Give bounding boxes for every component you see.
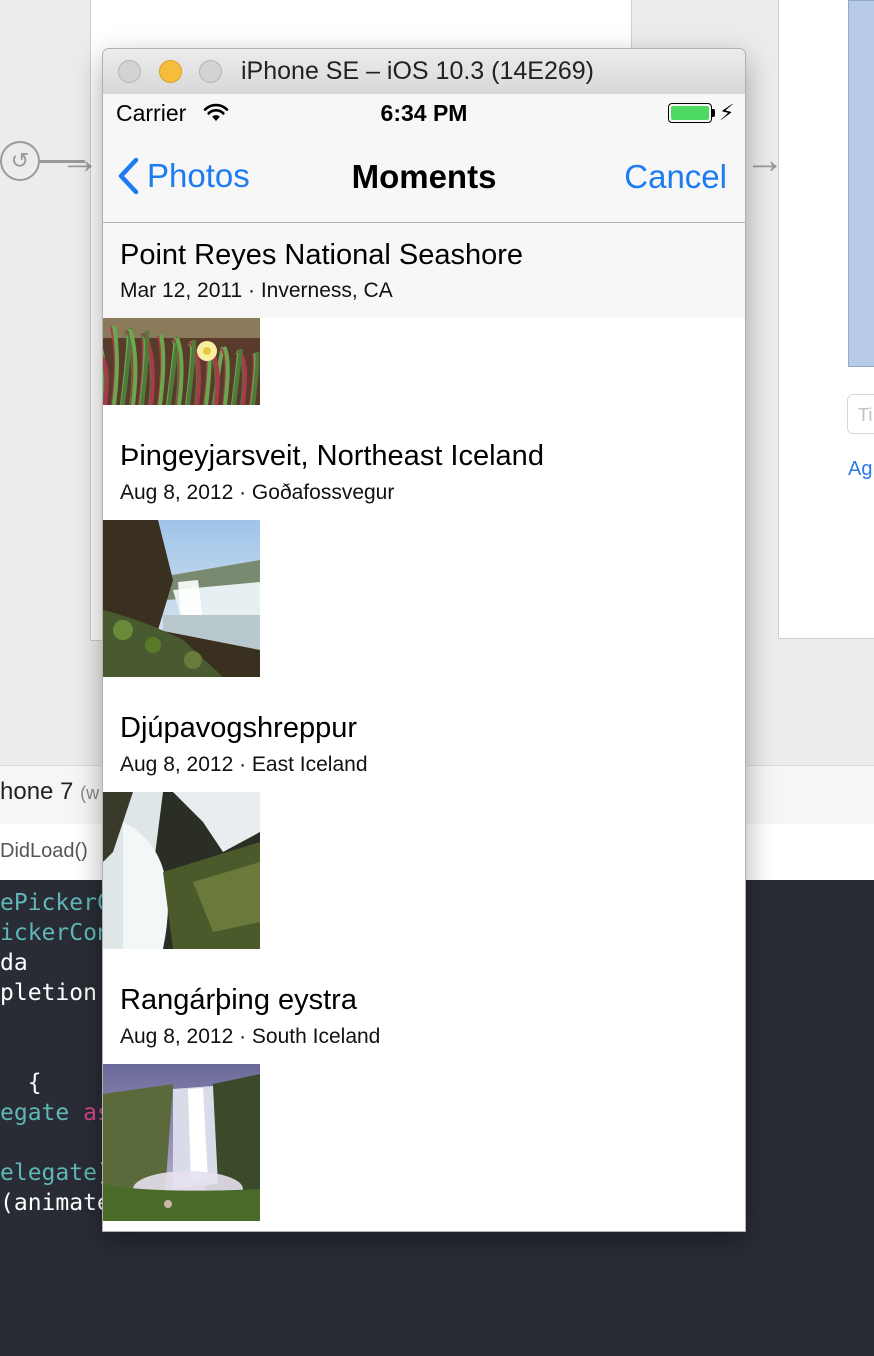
moment-section: Rangárþing eystra Aug 8, 2012 · South Ice… bbox=[103, 966, 745, 1221]
photo-thumbnail[interactable] bbox=[103, 1064, 260, 1221]
cancel-button[interactable]: Cancel bbox=[624, 158, 727, 196]
moment-header: Point Reyes National Seashore Mar 12, 201… bbox=[103, 223, 745, 318]
zoom-window-button[interactable] bbox=[199, 60, 222, 83]
device-config-label[interactable]: hone 7 (w bbox=[0, 778, 99, 806]
moment-section: Þingeyjarsveit, Northeast Iceland Aug 8, … bbox=[103, 422, 745, 694]
moment-section: Djúpavogshreppur Aug 8, 2012 · East Icela… bbox=[103, 694, 745, 966]
storyboard-text-field[interactable]: Ti bbox=[847, 394, 874, 434]
moment-section: Point Reyes National Seashore Mar 12, 201… bbox=[103, 223, 745, 422]
moment-subtitle: Aug 8, 2012 · Goðafossvegur bbox=[120, 481, 395, 504]
simulator-titlebar[interactable]: iPhone SE – iOS 10.3 (14E269) bbox=[103, 49, 745, 95]
jump-bar-method[interactable]: DidLoad() bbox=[0, 840, 88, 863]
segue-icon[interactable]: ↺ bbox=[0, 141, 40, 181]
moment-header: Djúpavogshreppur Aug 8, 2012 · East Icela… bbox=[103, 694, 745, 792]
moment-subtitle: Mar 12, 2011 · Inverness, CA bbox=[120, 279, 393, 302]
device-screen: Carrier 6:34 PM ⚡︎ Photos Moments Cancel… bbox=[103, 94, 745, 1231]
moment-subtitle: Aug 8, 2012 · East Iceland bbox=[120, 753, 368, 776]
photo-thumbnail[interactable] bbox=[103, 792, 260, 949]
moment-title: Þingeyjarsveit, Northeast Iceland bbox=[120, 440, 544, 472]
photo-thumbnail[interactable] bbox=[103, 318, 260, 405]
simulator-title: iPhone SE – iOS 10.3 (14E269) bbox=[241, 57, 595, 85]
storyboard-image-view[interactable] bbox=[848, 0, 874, 367]
moment-title: Djúpavogshreppur bbox=[120, 712, 357, 744]
close-window-button[interactable] bbox=[118, 60, 141, 83]
clock: 6:34 PM bbox=[380, 100, 468, 126]
storyboard-text-field-placeholder: Ti bbox=[858, 405, 873, 425]
moment-title: Point Reyes National Seashore bbox=[120, 239, 524, 271]
storyboard-link[interactable]: Ag bbox=[848, 458, 872, 481]
charging-bolt-icon: ⚡︎ bbox=[719, 100, 735, 125]
moment-subtitle: Aug 8, 2012 · South Iceland bbox=[120, 1025, 381, 1048]
battery-icon bbox=[668, 103, 712, 123]
segue-arrow-right-icon: → bbox=[745, 138, 785, 182]
code-line[interactable]: { bbox=[0, 1070, 42, 1096]
minimize-window-button[interactable] bbox=[159, 60, 182, 83]
status-bar: Carrier 6:34 PM ⚡︎ bbox=[103, 94, 745, 134]
code-line[interactable]: da bbox=[0, 950, 28, 976]
photo-thumbnail[interactable] bbox=[103, 520, 260, 677]
segue-arrow-icon: → bbox=[60, 138, 100, 182]
moment-header: Rangárþing eystra Aug 8, 2012 · South Ice… bbox=[103, 966, 745, 1064]
battery-nub bbox=[712, 109, 715, 117]
navigation-bar: Photos Moments Cancel bbox=[103, 134, 745, 223]
moment-title: Rangárþing eystra bbox=[120, 984, 357, 1016]
simulator-window: iPhone SE – iOS 10.3 (14E269) Carrier 6:… bbox=[103, 49, 745, 1231]
moments-list[interactable]: Point Reyes National Seashore Mar 12, 201… bbox=[103, 223, 745, 1221]
moment-header: Þingeyjarsveit, Northeast Iceland Aug 8, … bbox=[103, 422, 745, 520]
code-line[interactable]: pletion: bbox=[0, 980, 111, 1006]
